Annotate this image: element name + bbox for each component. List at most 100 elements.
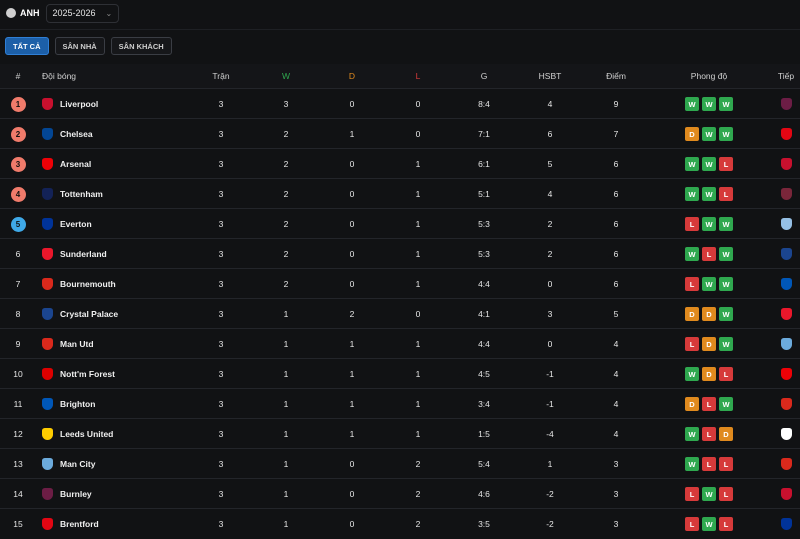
next-opponent[interactable] xyxy=(772,299,800,329)
played-value: 3 xyxy=(218,369,224,379)
team-cell[interactable]: Chelsea xyxy=(42,119,192,149)
team-cell[interactable]: Man City xyxy=(42,449,192,479)
team-crest-icon xyxy=(42,458,53,470)
table-row[interactable]: 13 Man City 3 1 0 2 5:4 1 3 WLL xyxy=(0,448,800,479)
team-cell[interactable]: Brentford xyxy=(42,509,192,539)
position-number: 15 xyxy=(13,519,23,529)
form-result: L xyxy=(685,277,699,291)
goals-value: 6:1 xyxy=(478,159,490,169)
played-value: 3 xyxy=(218,159,224,169)
team-cell[interactable]: Arsenal xyxy=(42,149,192,179)
won-value: 3 xyxy=(283,99,289,109)
team-cell[interactable]: Leeds United xyxy=(42,419,192,449)
next-opponent[interactable] xyxy=(772,149,800,179)
table-row[interactable]: 9 Man Utd 3 1 1 1 4:4 0 4 LDW xyxy=(0,328,800,359)
top-bar: ANH 2025-2026 ⌄ xyxy=(0,0,800,26)
next-opponent[interactable] xyxy=(772,509,800,539)
drawn-value: 0 xyxy=(349,279,355,289)
played-value: 3 xyxy=(218,459,224,469)
team-cell[interactable]: Burnley xyxy=(42,479,192,509)
table-row[interactable]: 5 Everton 3 2 0 1 5:3 2 6 LWW xyxy=(0,208,800,239)
table-row[interactable]: 1 Liverpool 3 3 0 0 8:4 4 9 WWW xyxy=(0,88,800,119)
form-cell: DWW xyxy=(668,119,750,149)
table-row[interactable]: 2 Chelsea 3 2 1 0 7:1 6 7 DWW xyxy=(0,118,800,149)
drawn-value: 0 xyxy=(349,159,355,169)
pos-cell: 12 xyxy=(0,419,36,449)
team-cell[interactable]: Man Utd xyxy=(42,329,192,359)
form-result: L xyxy=(719,187,733,201)
position-number: 13 xyxy=(13,459,23,469)
next-opponent-crest-icon xyxy=(780,158,792,170)
next-opponent[interactable] xyxy=(772,359,800,389)
team-cell[interactable]: Bournemouth xyxy=(42,269,192,299)
team-cell[interactable]: Crystal Palace xyxy=(42,299,192,329)
next-opponent[interactable] xyxy=(772,449,800,479)
league-selector[interactable]: ANH xyxy=(6,8,40,18)
next-opponent[interactable] xyxy=(772,119,800,149)
goals-value: 1:5 xyxy=(478,429,490,439)
goals-value: 5:4 xyxy=(478,459,490,469)
form-cell: DDW xyxy=(668,299,750,329)
form-result: W xyxy=(719,127,733,141)
col-form: Phong độ xyxy=(690,71,728,81)
team-cell[interactable]: Nott'm Forest xyxy=(42,359,192,389)
team-cell[interactable]: Brighton xyxy=(42,389,192,419)
filter-home[interactable]: SÂN NHÀ xyxy=(54,37,105,55)
form-result: W xyxy=(702,517,716,531)
next-opponent[interactable] xyxy=(772,389,800,419)
form-result: W xyxy=(685,247,699,261)
won-value: 1 xyxy=(283,309,289,319)
lost-value: 0 xyxy=(415,129,421,139)
table-row[interactable]: 14 Burnley 3 1 0 2 4:6 -2 3 LWL xyxy=(0,478,800,509)
goals-value: 5:3 xyxy=(478,249,490,259)
team-cell[interactable]: Sunderland xyxy=(42,239,192,269)
table-row[interactable]: 7 Bournemouth 3 2 0 1 4:4 0 6 LWW xyxy=(0,268,800,299)
season-label: 2025-2026 xyxy=(52,8,96,18)
lost-value: 2 xyxy=(415,489,421,499)
next-opponent-crest-icon xyxy=(780,248,792,260)
won-value: 2 xyxy=(283,159,289,169)
table-row[interactable]: 12 Leeds United 3 1 1 1 1:5 -4 4 WLD xyxy=(0,418,800,449)
next-opponent[interactable] xyxy=(772,239,800,269)
filter-away[interactable]: SÂN KHÁCH xyxy=(110,37,172,55)
team-name: Man City xyxy=(60,459,96,469)
next-opponent[interactable] xyxy=(772,329,800,359)
next-opponent-crest-icon xyxy=(780,218,792,230)
form-result: W xyxy=(685,187,699,201)
next-opponent[interactable] xyxy=(772,179,800,209)
table-row[interactable]: 8 Crystal Palace 3 1 2 0 4:1 3 5 DDW xyxy=(0,298,800,329)
table-row[interactable]: 6 Sunderland 3 2 0 1 5:3 2 6 WLW xyxy=(0,238,800,269)
next-opponent[interactable] xyxy=(772,269,800,299)
table-row[interactable]: 10 Nott'm Forest 3 1 1 1 4:5 -1 4 WDL xyxy=(0,358,800,389)
team-cell[interactable]: Tottenham xyxy=(42,179,192,209)
pos-cell: 8 xyxy=(0,299,36,329)
table-row[interactable]: 15 Brentford 3 1 0 2 3:5 -2 3 LWL xyxy=(0,508,800,539)
goals-value: 5:3 xyxy=(478,219,490,229)
next-opponent-crest-icon xyxy=(780,458,792,470)
next-opponent[interactable] xyxy=(772,419,800,449)
form-result: D xyxy=(685,397,699,411)
filter-all[interactable]: TẤT CẢ xyxy=(5,37,49,55)
team-cell[interactable]: Liverpool xyxy=(42,89,192,119)
next-opponent-crest-icon xyxy=(780,188,792,200)
form-result: W xyxy=(702,187,716,201)
played-value: 3 xyxy=(218,429,224,439)
goals-value: 4:6 xyxy=(478,489,490,499)
season-dropdown[interactable]: 2025-2026 ⌄ xyxy=(45,3,120,23)
lost-value: 1 xyxy=(415,279,421,289)
table-row[interactable]: 3 Arsenal 3 2 0 1 6:1 5 6 WWL xyxy=(0,148,800,179)
table-row[interactable]: 4 Tottenham 3 2 0 1 5:1 4 6 WWL xyxy=(0,178,800,209)
gd-value: 1 xyxy=(547,459,553,469)
table-row[interactable]: 11 Brighton 3 1 1 1 3:4 -1 4 DLW xyxy=(0,388,800,419)
team-crest-icon xyxy=(42,338,53,350)
next-opponent[interactable] xyxy=(772,479,800,509)
next-opponent[interactable] xyxy=(772,89,800,119)
form-cell: LWW xyxy=(668,209,750,239)
team-cell[interactable]: Everton xyxy=(42,209,192,239)
lost-value: 1 xyxy=(415,399,421,409)
form-cell: WLW xyxy=(668,239,750,269)
next-opponent[interactable] xyxy=(772,209,800,239)
lost-value: 0 xyxy=(415,99,421,109)
team-crest-icon xyxy=(42,518,53,530)
pos-cell: 13 xyxy=(0,449,36,479)
